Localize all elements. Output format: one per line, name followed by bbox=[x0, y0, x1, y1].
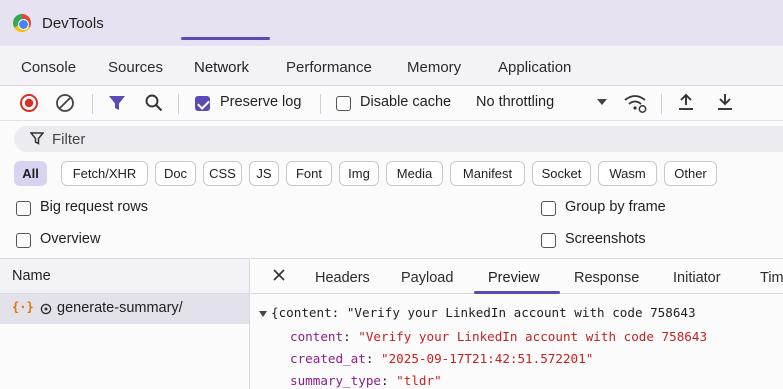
search-icon[interactable] bbox=[144, 93, 164, 113]
toolbar-divider bbox=[661, 94, 662, 114]
service-worker-icon bbox=[40, 303, 52, 315]
type-filter-img[interactable]: Img bbox=[339, 161, 379, 186]
big-request-rows-checkbox[interactable] bbox=[16, 201, 31, 216]
json-row-summary-type: summary_type: "tldr" bbox=[290, 373, 442, 388]
tab-performance[interactable]: Performance bbox=[286, 59, 372, 76]
filter-icon bbox=[30, 132, 44, 145]
chevron-down-icon[interactable] bbox=[597, 98, 607, 106]
type-filter-doc[interactable]: Doc bbox=[155, 161, 196, 186]
type-filter-fetch-xhr[interactable]: Fetch/XHR bbox=[61, 161, 148, 186]
clear-icon[interactable] bbox=[55, 93, 75, 113]
preserve-log-checkbox[interactable] bbox=[195, 96, 210, 111]
screenshots-label[interactable]: Screenshots bbox=[565, 231, 646, 247]
name-column-label: Name bbox=[12, 268, 51, 284]
type-filter-wasm[interactable]: Wasm bbox=[598, 161, 657, 186]
type-filter-media[interactable]: Media bbox=[386, 161, 443, 186]
tab-network[interactable]: Network bbox=[194, 59, 249, 76]
group-by-frame-checkbox[interactable] bbox=[541, 201, 556, 216]
screenshots-checkbox[interactable] bbox=[541, 233, 556, 248]
request-list-empty-area bbox=[0, 324, 250, 389]
toolbar-divider bbox=[178, 94, 179, 114]
fetch-request-icon: {·} bbox=[12, 300, 34, 314]
disable-cache-checkbox[interactable] bbox=[336, 96, 351, 111]
filter-placeholder: Filter bbox=[52, 131, 86, 148]
tab-response[interactable]: Response bbox=[574, 270, 639, 286]
json-value: "Verify your LinkedIn account with code … bbox=[358, 329, 708, 344]
tab-preview[interactable]: Preview bbox=[488, 270, 540, 286]
json-key: created_at bbox=[290, 351, 366, 366]
type-filter-other[interactable]: Other bbox=[664, 161, 717, 186]
throttling-select[interactable]: No throttling bbox=[476, 94, 554, 110]
tab-payload[interactable]: Payload bbox=[401, 270, 453, 286]
preview-panel: {content: "Verify your LinkedIn account … bbox=[251, 294, 783, 389]
window-title: DevTools bbox=[42, 15, 104, 32]
tab-sources[interactable]: Sources bbox=[108, 59, 163, 76]
preview-summary-line[interactable]: {content: "Verify your LinkedIn account … bbox=[271, 305, 696, 320]
download-icon[interactable] bbox=[716, 92, 734, 112]
filter-funnel-icon[interactable] bbox=[108, 95, 126, 112]
main-tab-bar: Console Sources Network Performance Memo… bbox=[0, 46, 783, 86]
json-key: summary_type bbox=[290, 373, 381, 388]
preserve-log-label[interactable]: Preserve log bbox=[220, 94, 301, 110]
type-filter-css[interactable]: CSS bbox=[203, 161, 242, 186]
overview-label[interactable]: Overview bbox=[40, 231, 100, 247]
filter-input[interactable] bbox=[14, 126, 783, 152]
network-toolbar: Preserve log Disable cache No throttling bbox=[0, 86, 783, 121]
tab-application[interactable]: Application bbox=[498, 59, 571, 76]
tab-console[interactable]: Console bbox=[21, 59, 76, 76]
type-filter-socket[interactable]: Socket bbox=[532, 161, 591, 186]
disable-cache-label[interactable]: Disable cache bbox=[360, 94, 451, 110]
toolbar-divider bbox=[92, 94, 93, 114]
tab-timing[interactable]: Tim bbox=[760, 270, 783, 286]
type-filter-font[interactable]: Font bbox=[286, 161, 332, 186]
close-icon[interactable] bbox=[272, 268, 286, 282]
expand-triangle-icon[interactable] bbox=[259, 311, 267, 318]
tab-memory[interactable]: Memory bbox=[407, 59, 461, 76]
tab-headers[interactable]: Headers bbox=[315, 270, 370, 286]
network-conditions-icon[interactable] bbox=[623, 92, 647, 114]
request-name: generate-summary/ bbox=[57, 300, 183, 316]
tab-initiator[interactable]: Initiator bbox=[673, 270, 721, 286]
json-row-created-at: created_at: "2025-09-17T21:42:51.572201" bbox=[290, 351, 594, 366]
toolbar-divider bbox=[320, 94, 321, 114]
big-request-rows-label[interactable]: Big request rows bbox=[40, 199, 148, 215]
json-row-content: content: "Verify your LinkedIn account w… bbox=[290, 329, 708, 344]
title-bar bbox=[0, 0, 783, 46]
json-value: "tldr" bbox=[396, 373, 442, 388]
type-filter-all[interactable]: All bbox=[14, 161, 47, 186]
group-by-frame-label[interactable]: Group by frame bbox=[565, 199, 666, 215]
json-value: "2025-09-17T21:42:51.572201" bbox=[381, 351, 594, 366]
upload-icon[interactable] bbox=[677, 92, 695, 112]
chrome-logo-icon bbox=[13, 14, 31, 32]
active-tab-indicator bbox=[181, 37, 270, 40]
record-stop-icon[interactable] bbox=[19, 93, 39, 113]
json-key: content bbox=[290, 329, 344, 344]
type-filter-js[interactable]: JS bbox=[249, 161, 279, 186]
request-row[interactable]: {·} generate-summary/ bbox=[0, 294, 250, 324]
overview-checkbox[interactable] bbox=[16, 233, 31, 248]
type-filter-manifest[interactable]: Manifest bbox=[450, 161, 525, 186]
